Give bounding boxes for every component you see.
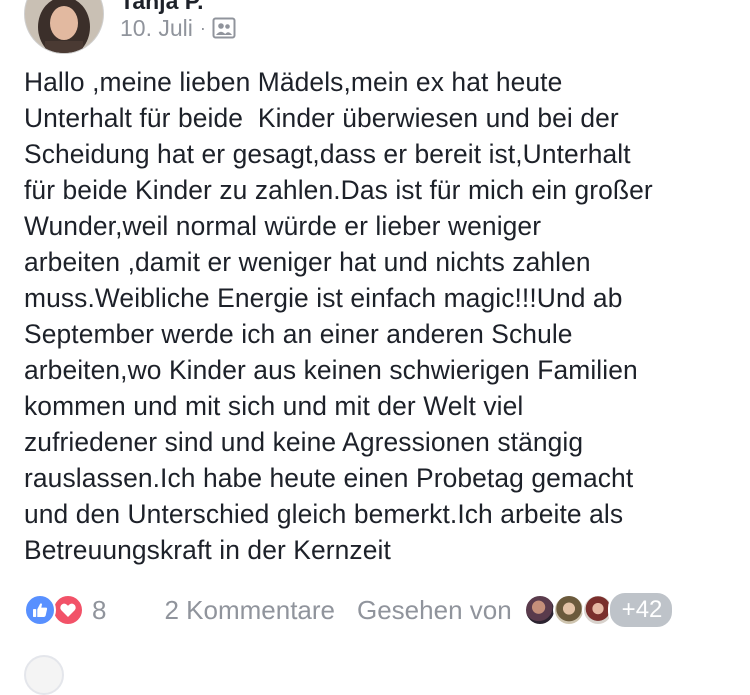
post-meta: 10. Juli · (120, 13, 236, 43)
reactions[interactable]: 8 (24, 594, 106, 626)
reaction-count: 8 (92, 594, 107, 625)
viewer-avatar (552, 594, 585, 626)
viewer-avatar (523, 594, 556, 626)
post-text: Hallo ,meine lieben Mädels,mein ex hat h… (24, 67, 653, 565)
seen-by-avatars[interactable]: +42 (523, 591, 675, 629)
seen-more-badge[interactable]: +42 (607, 591, 675, 629)
post-date[interactable]: 10. Juli (120, 15, 193, 42)
comments-link[interactable]: 2 Kommentare (164, 595, 335, 626)
meta-separator: · (199, 17, 206, 38)
author-avatar[interactable] (24, 0, 104, 54)
seen-by-label[interactable]: Gesehen von (357, 595, 512, 626)
next-comment-avatar (24, 655, 64, 695)
love-icon (52, 594, 84, 626)
post-footer: 8 2 Kommentare Gesehen von +42 (24, 590, 729, 630)
group-icon (212, 16, 236, 40)
like-icon (24, 594, 56, 626)
post: Tanja P. 10. Juli · Hallo ,meine lieben … (0, 0, 750, 695)
